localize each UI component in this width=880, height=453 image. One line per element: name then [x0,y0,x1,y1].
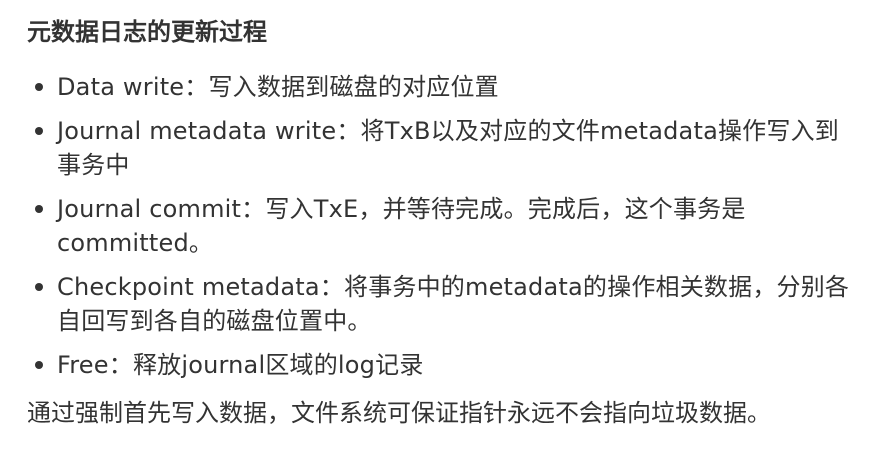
steps-list: Data write：写入数据到磁盘的对应位置 Journal metadata… [27,70,860,382]
step-term: Checkpoint metadata [57,273,320,301]
bullet-dot [35,83,43,91]
step-term: Data write [57,73,185,101]
list-item-checkpoint-metadata: Checkpoint metadata：将事务中的metadata的操作相关数据… [27,270,860,338]
bullet-dot [35,205,43,213]
bullet-dot [35,361,43,369]
list-item-free: Free：释放journal区域的log记录 [27,348,860,382]
bullet-dot [35,283,43,291]
step-description: 写入数据到磁盘的对应位置 [208,73,499,101]
step-separator: ： [319,273,344,301]
bullet-dot [35,127,43,135]
step-separator: ： [336,117,361,145]
document-page: 元数据日志的更新过程 Data write：写入数据到磁盘的对应位置 Journ… [0,0,880,453]
step-term: Journal commit [57,195,242,223]
step-separator: ： [108,351,133,379]
step-term: Journal metadata write [57,117,337,145]
summary-paragraph: 通过强制首先写入数据，文件系统可保证指针永远不会指向垃圾数据。 [27,399,771,427]
list-item-journal-commit: Journal commit：写入TxE，并等待完成。完成后，这个事务是comm… [27,192,860,260]
step-term: Free [57,351,109,379]
list-item-journal-metadata-write: Journal metadata write：将TxB以及对应的文件metada… [27,114,860,182]
list-item-data-write: Data write：写入数据到磁盘的对应位置 [27,70,860,104]
step-description: 释放journal区域的log记录 [132,351,424,379]
step-separator: ： [241,195,266,223]
step-separator: ： [184,73,209,101]
section-heading: 元数据日志的更新过程 [27,18,267,46]
